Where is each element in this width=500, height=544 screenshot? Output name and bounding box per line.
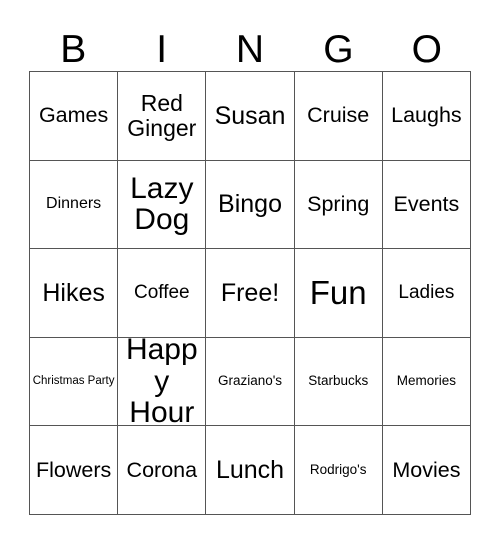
bingo-cell-o2[interactable]: Events <box>382 160 472 250</box>
bingo-cell-i2[interactable]: Lazy Dog <box>118 160 207 250</box>
bingo-cell-g2[interactable]: Spring <box>294 160 383 250</box>
bingo-cell-label: Bingo <box>218 190 282 219</box>
bingo-cell-i5[interactable]: Corona <box>118 426 207 515</box>
bingo-cell-g5[interactable]: Rodrigo's <box>294 426 383 515</box>
bingo-cell-i1[interactable]: Red Ginger <box>118 72 207 161</box>
bingo-cell-label: Lazy Dog <box>130 171 194 237</box>
bingo-cell-b3[interactable]: Hikes <box>30 249 119 338</box>
bingo-grid: Games Red Ginger Susan Cruise Laughs Din… <box>29 71 472 515</box>
bingo-cell-label: Games <box>38 103 109 128</box>
bingo-cell-label: Ladies <box>398 281 455 303</box>
bingo-cell-label: Hikes <box>42 278 105 307</box>
bingo-cell-label: Coffee <box>133 281 190 303</box>
bingo-cell-label: Events <box>393 192 460 216</box>
bingo-row: Games Red Ginger Susan Cruise Laughs <box>30 72 472 161</box>
bingo-cell-i3[interactable]: Coffee <box>118 249 207 338</box>
bingo-cell-i4[interactable]: Happy Hour <box>118 337 207 427</box>
bingo-cell-label: Red Ginger <box>127 90 197 141</box>
bingo-cell-o1[interactable]: Laughs <box>382 72 472 161</box>
bingo-row: Dinners Lazy Dog Bingo Spring Events <box>30 160 472 250</box>
bingo-cell-label: Happy Hour <box>125 337 198 427</box>
bingo-cell-label: Graziano's <box>217 373 283 389</box>
bingo-cell-label: Spring <box>307 192 370 216</box>
bingo-cell-label: Fun <box>309 273 367 311</box>
bingo-cell-label: Susan <box>214 101 286 130</box>
bingo-cell-label: Starbucks <box>308 373 369 389</box>
bingo-cell-g4[interactable]: Starbucks <box>294 337 383 427</box>
bingo-cell-g3[interactable]: Fun <box>294 249 383 338</box>
bingo-cell-b1[interactable]: Games <box>30 72 119 161</box>
bingo-cell-label: Cruise <box>307 103 370 128</box>
bingo-card: B I N G O Games Red Ginger Susan Cruise … <box>0 0 500 544</box>
header-letter-i: I <box>156 28 168 71</box>
bingo-cell-label: Free! <box>220 278 280 307</box>
bingo-row: Hikes Coffee Free! Fun Ladies <box>30 249 472 338</box>
bingo-cell-label: Flowers <box>35 457 112 482</box>
header-letter-b: B <box>60 28 87 71</box>
bingo-cell-b4[interactable]: Christmas Party <box>30 337 119 427</box>
bingo-cell-label: Christmas Party <box>32 375 115 388</box>
bingo-cell-label: Lunch <box>215 455 285 484</box>
header-letter-o: O <box>411 28 442 71</box>
bingo-cell-label: Laughs <box>391 103 462 128</box>
bingo-row: Flowers Corona Lunch Rodrigo's Movies <box>30 426 472 515</box>
bingo-cell-b2[interactable]: Dinners <box>30 160 119 250</box>
header-letter-g: G <box>323 28 354 71</box>
bingo-cell-g1[interactable]: Cruise <box>294 72 383 161</box>
bingo-cell-n5[interactable]: Lunch <box>206 426 295 515</box>
bingo-cell-b5[interactable]: Flowers <box>30 426 119 515</box>
bingo-cell-label: Dinners <box>46 194 102 212</box>
bingo-cell-o5[interactable]: Movies <box>382 426 472 515</box>
bingo-header-row: B I N G O <box>29 14 471 71</box>
bingo-cell-o4[interactable]: Memories <box>382 337 472 427</box>
header-letter-n: N <box>235 28 265 71</box>
bingo-cell-n4[interactable]: Graziano's <box>206 337 295 427</box>
bingo-cell-n1[interactable]: Susan <box>206 72 295 161</box>
bingo-row: Christmas Party Happy Hour Graziano's St… <box>30 337 472 427</box>
bingo-cell-label: Corona <box>126 457 198 482</box>
bingo-cell-n2[interactable]: Bingo <box>206 160 295 250</box>
bingo-cell-label: Rodrigo's <box>309 462 367 478</box>
bingo-cell-free[interactable]: Free! <box>206 249 295 338</box>
bingo-cell-label: Movies <box>392 457 461 482</box>
bingo-cell-o3[interactable]: Ladies <box>382 249 472 338</box>
bingo-cell-label: Memories <box>396 373 457 389</box>
